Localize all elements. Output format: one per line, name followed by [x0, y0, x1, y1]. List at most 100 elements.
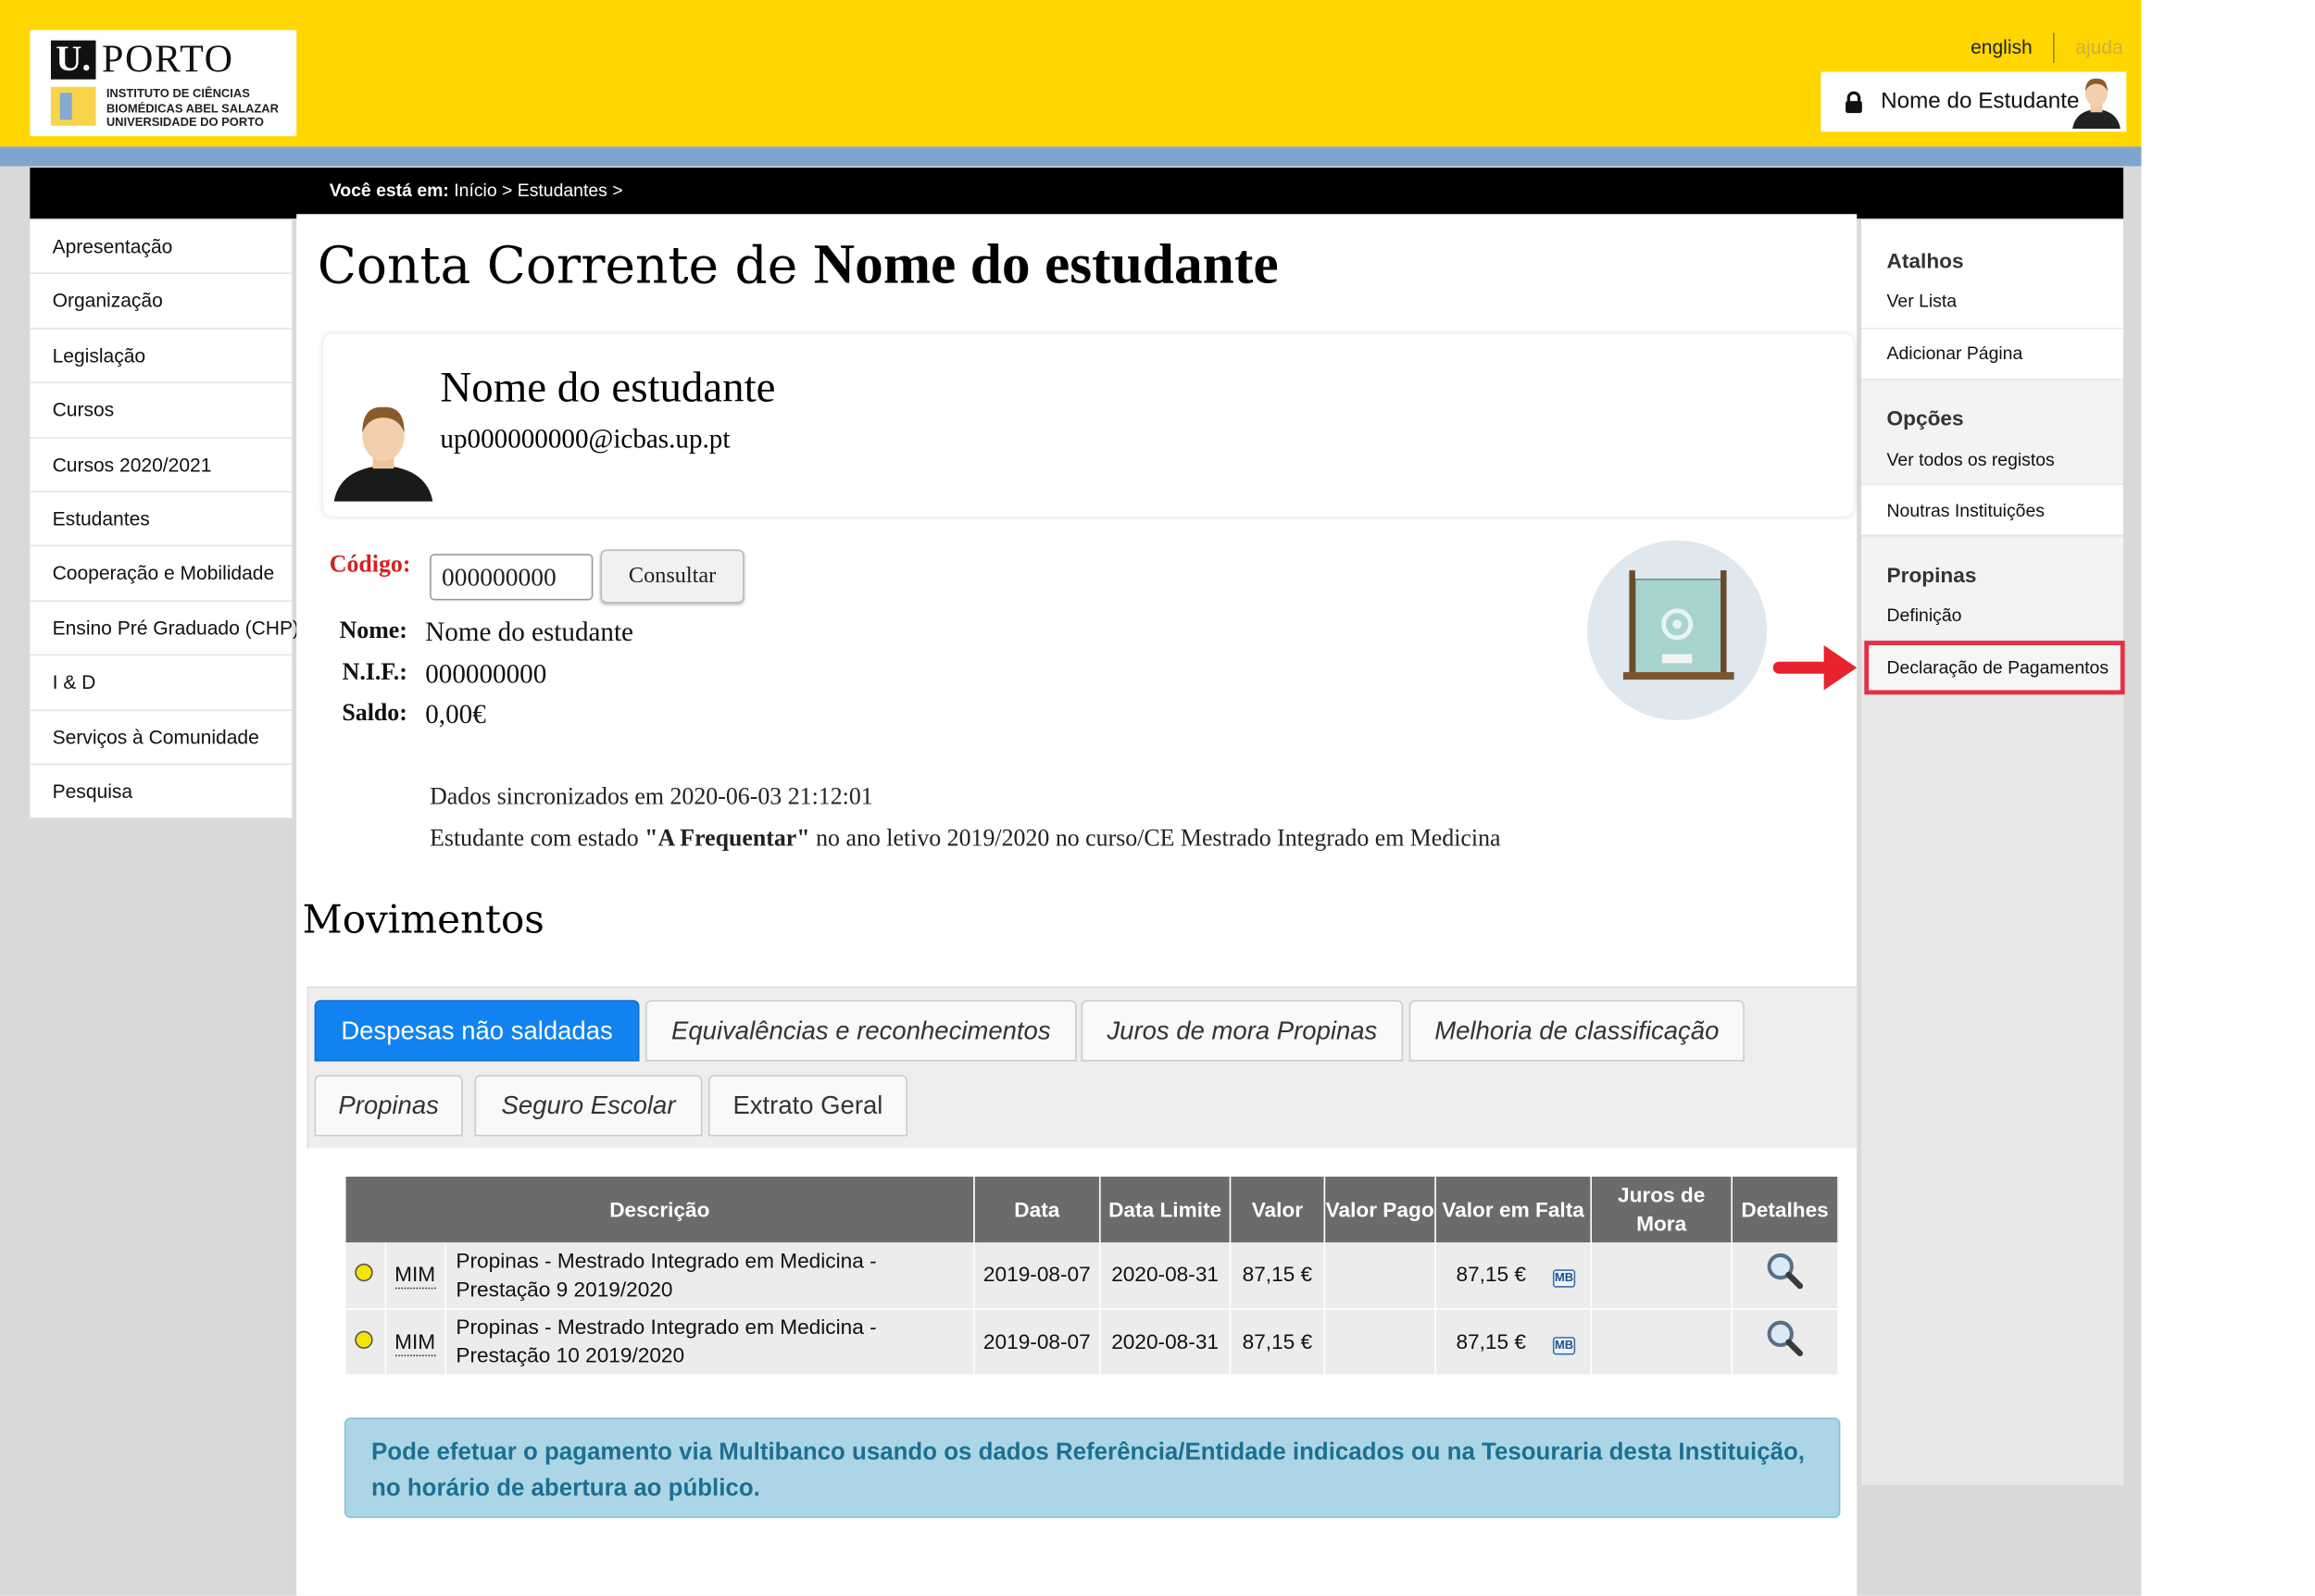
tab-propinas[interactable]: Propinas	[314, 1075, 463, 1137]
header-link-divider	[2053, 32, 2055, 63]
fees-section: Propinas Definição	[1861, 537, 2124, 640]
multibanco-icon[interactable]: MB	[1552, 1336, 1576, 1354]
nif-value: 000000000	[425, 658, 547, 689]
code-input[interactable]	[430, 554, 594, 601]
safe-icon[interactable]	[1587, 540, 1768, 720]
header-accent-bar	[0, 146, 2142, 167]
sidebar-item-servicos[interactable]: Serviços à Comunidade	[30, 710, 293, 766]
table-header-row: Descrição Data Data Limite Valor Valor P…	[345, 1177, 1839, 1243]
logo-subtitle: INSTITUTO DE CIÊNCIAS BIOMÉDICAS ABEL SA…	[106, 86, 279, 130]
interest-cell	[1591, 1308, 1733, 1376]
payment-declaration-link[interactable]: Declaração de Pagamentos	[1887, 657, 2109, 679]
status-dot-cell	[345, 1242, 386, 1310]
view-list-link[interactable]: Ver Lista	[1887, 291, 1958, 312]
course-code-cell: MIM	[384, 1308, 446, 1376]
status-suffix: no ano letivo 2019/2020 no curso/CE Mest…	[809, 826, 1501, 853]
logo-emblem-icon	[50, 86, 96, 126]
balance-value: 0,00€	[425, 699, 486, 729]
definition-link[interactable]: Definição	[1887, 605, 1962, 626]
sidebar-item-cursos[interactable]: Cursos	[30, 383, 293, 439]
sidebar-item-legislacao[interactable]: Legislação	[30, 329, 293, 384]
sidebar-item-apresentacao[interactable]: Apresentação	[30, 220, 293, 275]
col-juros-de-mora[interactable]: Juros de Mora	[1591, 1177, 1733, 1243]
outstanding-amount: 87,15 €	[1456, 1262, 1527, 1287]
col-valor-em-falta[interactable]: Valor em Falta	[1434, 1177, 1592, 1243]
outstanding-amount: 87,15 €	[1456, 1328, 1527, 1353]
table-row: MIM Propinas - Mestrado Integrado em Med…	[345, 1242, 1839, 1310]
table-row: MIM Propinas - Mestrado Integrado em Med…	[345, 1308, 1839, 1376]
student-avatar-icon	[333, 406, 433, 502]
col-data-limite[interactable]: Data Limite	[1099, 1177, 1232, 1243]
add-page-item: Adicionar Página	[1861, 329, 2124, 380]
sidebar-item-i-d[interactable]: I & D	[30, 655, 293, 711]
sidebar-item-cooperacao[interactable]: Cooperação e Mobilidade	[30, 547, 293, 602]
movements-tab-bar: Despesas não saldadas Equivalências e re…	[307, 986, 1858, 1149]
other-institutions-link[interactable]: Noutras Instituições	[1887, 500, 2045, 521]
payment-info-alert: Pode efetuar o pagamento via Multibanco …	[344, 1417, 1841, 1518]
magnifier-icon[interactable]	[1766, 1252, 1805, 1291]
sync-status-text: Dados sincronizados em 2020-06-03 21:12:…	[430, 784, 873, 810]
other-institutions-item: Noutras Instituições	[1861, 484, 2124, 535]
multibanco-icon[interactable]: MB	[1552, 1269, 1576, 1289]
date-cell: 2019-08-07	[973, 1242, 1101, 1310]
sidebar-item-pesquisa[interactable]: Pesquisa	[30, 765, 293, 820]
course-code-cell: MIM	[384, 1242, 446, 1310]
tab-extrato-geral[interactable]: Extrato Geral	[707, 1075, 907, 1137]
lock-icon	[1846, 91, 1862, 114]
due-date-cell: 2020-08-31	[1099, 1242, 1232, 1310]
breadcrumb-bar: Você está em: Início > Estudantes >	[30, 168, 2124, 219]
col-data[interactable]: Data	[973, 1177, 1101, 1243]
left-sidebar-nav: Apresentação Organização Legislação Curs…	[30, 219, 299, 820]
col-descricao[interactable]: Descrição	[345, 1177, 975, 1243]
help-link[interactable]: ajuda	[2075, 36, 2122, 58]
outstanding-cell: 87,15 € MB	[1434, 1242, 1592, 1310]
tab-melhoria-de-classificacao[interactable]: Melhoria de classificação	[1408, 1000, 1745, 1062]
tab-equivalencias[interactable]: Equivalências e reconhecimentos	[644, 1000, 1077, 1062]
sidebar-item-cursos-2020-2021[interactable]: Cursos 2020/2021	[30, 438, 293, 493]
nif-label: N.I.F.:	[342, 660, 407, 686]
language-link-english[interactable]: english	[1971, 36, 2033, 58]
page-title: Conta Corrente de Nome do estudante	[318, 232, 1279, 298]
movements-table: Descrição Data Data Limite Valor Valor P…	[345, 1177, 1839, 1376]
user-account-box[interactable]: Nome do Estudante	[1821, 71, 2127, 132]
paid-amount-cell	[1324, 1308, 1436, 1376]
red-arrow-icon	[1772, 644, 1858, 691]
breadcrumb-path[interactable]: Início > Estudantes >	[454, 180, 622, 201]
tab-juros-de-mora-propinas[interactable]: Juros de mora Propinas	[1081, 1000, 1404, 1062]
pending-status-icon	[355, 1264, 373, 1282]
tab-seguro-escolar[interactable]: Seguro Escolar	[474, 1075, 703, 1137]
shortcuts-heading: Atalhos	[1886, 248, 1964, 273]
col-valor[interactable]: Valor	[1230, 1177, 1326, 1243]
sidebar-item-ensino-pre-graduado[interactable]: Ensino Pré Graduado (CHP)	[30, 602, 299, 656]
options-heading: Opções	[1886, 405, 1964, 430]
page: U. PORTO INSTITUTO DE CIÊNCIAS BIOMÉDICA…	[0, 0, 2315, 1596]
name-value: Nome do estudante	[425, 617, 633, 647]
status-state: "A Frequentar"	[644, 826, 810, 853]
payment-declaration-item[interactable]: Declaração de Pagamentos	[1864, 641, 2125, 695]
view-all-records-link[interactable]: Ver todos os registos	[1887, 449, 2055, 470]
outstanding-cell: 87,15 € MB	[1434, 1308, 1592, 1376]
col-detalhes: Detalhes	[1732, 1177, 1839, 1243]
status-prefix: Estudante com estado	[430, 826, 645, 853]
magnifier-icon[interactable]	[1766, 1318, 1805, 1357]
consult-button[interactable]: Consultar	[600, 549, 745, 604]
shortcuts-section: Atalhos Ver Lista	[1861, 219, 2124, 329]
tab-despesas-nao-saldadas[interactable]: Despesas não saldadas	[314, 1000, 640, 1062]
course-code[interactable]: MIM	[394, 1262, 436, 1290]
description-cell: Propinas - Mestrado Integrado em Medicin…	[444, 1308, 975, 1376]
uporto-logo[interactable]: U. PORTO INSTITUTO DE CIÊNCIAS BIOMÉDICA…	[30, 30, 297, 137]
course-code[interactable]: MIM	[394, 1328, 436, 1356]
details-cell	[1732, 1242, 1839, 1310]
col-valor-pago[interactable]: Valor Pago	[1324, 1177, 1436, 1243]
status-dot-cell	[345, 1308, 386, 1376]
breadcrumb-prefix: Você está em:	[329, 180, 449, 201]
profile-email[interactable]: up000000000@icbas.up.pt	[440, 424, 730, 455]
main-content: Conta Corrente de Nome do estudante Nome…	[296, 214, 1858, 1596]
student-profile-card: Nome do estudante up000000000@icbas.up.p…	[323, 333, 1854, 517]
sidebar-item-organizacao[interactable]: Organização	[30, 275, 293, 330]
fees-heading: Propinas	[1886, 563, 1977, 587]
add-page-link[interactable]: Adicionar Página	[1887, 343, 2023, 364]
pending-status-icon	[355, 1329, 373, 1349]
sidebar-item-estudantes[interactable]: Estudantes	[30, 493, 293, 547]
details-cell	[1732, 1308, 1839, 1376]
